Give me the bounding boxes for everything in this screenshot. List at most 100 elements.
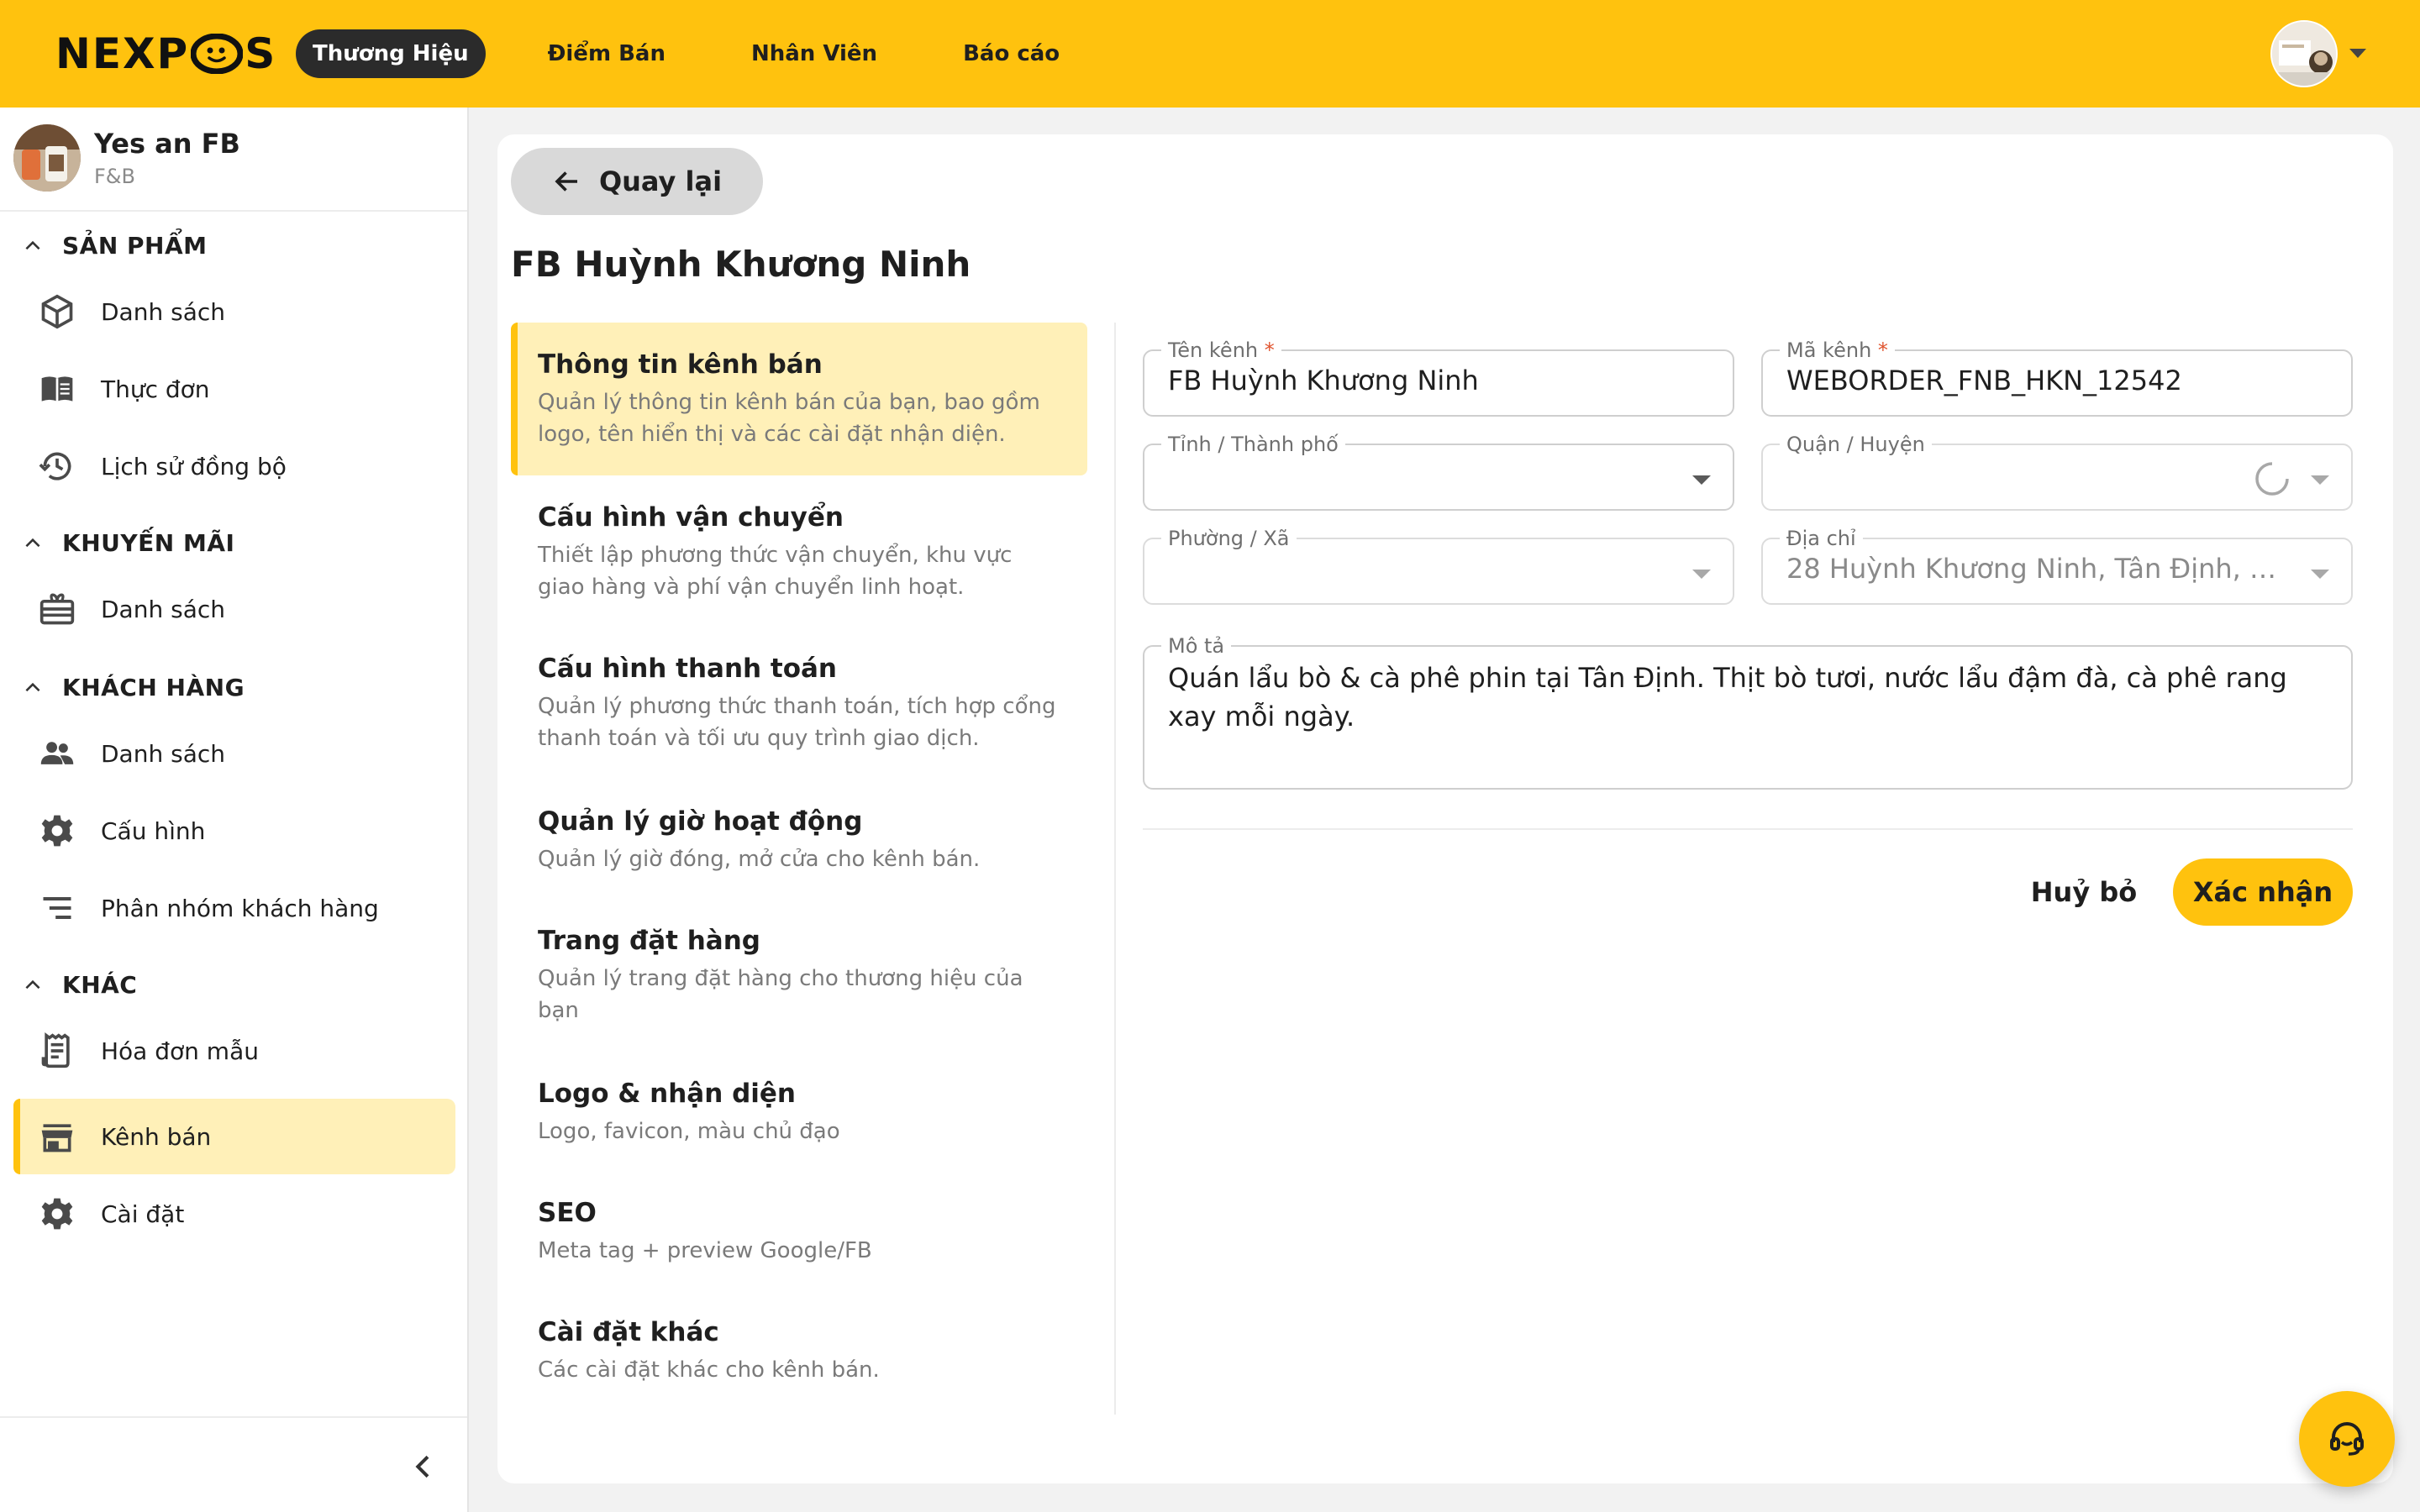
menu-item-title: Trang đặt hàng	[538, 926, 760, 956]
confirm-button[interactable]: Xác nhận	[2173, 858, 2353, 926]
address-value: 28 Huỳnh Khương Ninh, Tân Định, Hồ...	[1786, 553, 2291, 585]
chevron-up-icon	[25, 538, 40, 547]
divider	[1114, 323, 1116, 1415]
caret-down-icon	[2311, 570, 2329, 579]
section-title: KHÁCH HÀNG	[62, 674, 245, 701]
chevron-up-icon	[25, 682, 40, 691]
nav-report[interactable]: Báo cáo	[944, 29, 1078, 78]
description-value: Quán lẩu bò & cà phê phin tại Tân Định. …	[1168, 662, 2287, 732]
field-label: Phường / Xã	[1161, 527, 1297, 550]
menu-item-title: Cài đặt khác	[538, 1317, 719, 1347]
channel-code-value: WEBORDER_FNB_HKN_12542	[1786, 365, 2182, 396]
sidebar-item-label: Cấu hình	[101, 816, 206, 845]
sidebar-item-label: Hóa đơn mẫu	[101, 1037, 259, 1065]
menu-item-title: Cấu hình thanh toán	[538, 654, 838, 684]
sidebar-item-label: Danh sách	[101, 595, 225, 623]
main-nav: Thương Hiệu Điểm Bán Nhân Viên Báo cáo	[296, 29, 1127, 78]
menu-item-logo-branding[interactable]: Logo & nhận diện Logo, favicon, màu chủ …	[511, 1052, 1087, 1171]
menu-item-title: Thông tin kênh bán	[538, 349, 823, 380]
menu-item-opening-hours[interactable]: Quản lý giờ hoạt động Quản lý giờ đóng, …	[511, 780, 1087, 899]
sidebar-item-customer-config[interactable]: Cấu hình	[13, 793, 455, 869]
menu-item-desc: Quản lý giờ đóng, mở cửa cho kênh bán.	[538, 847, 981, 872]
sidebar-item-label: Danh sách	[101, 297, 225, 326]
district-select[interactable]: Quận / Huyện	[1761, 433, 2353, 511]
nav-staff[interactable]: Nhân Viên	[733, 29, 896, 78]
arrow-left-icon	[555, 171, 577, 192]
store-icon	[39, 1118, 76, 1155]
channel-code-field[interactable]: Mã kênh * WEBORDER_FNB_HKN_12542	[1761, 339, 2353, 417]
address-select[interactable]: Địa chỉ 28 Huỳnh Khương Ninh, Tân Định, …	[1761, 527, 2353, 605]
support-chat-button[interactable]	[2299, 1391, 2395, 1487]
gear-icon	[39, 1195, 76, 1232]
sidebar-item-product-list[interactable]: Danh sách	[13, 274, 455, 349]
sort-icon	[39, 890, 76, 927]
sidebar-item-menu[interactable]: Thực đơn	[13, 351, 455, 427]
brand-type: F&B	[94, 165, 135, 188]
nav-brand[interactable]: Thương Hiệu	[296, 29, 486, 78]
sidebar-item-sync-history[interactable]: Lịch sử đồng bộ	[13, 428, 455, 504]
field-label: Tỉnh / Thành phố	[1161, 433, 1345, 456]
field-label: Địa chỉ	[1780, 527, 1863, 550]
sidebar: Yes an FB F&B SẢN PHẨM Danh sách Thực đơ…	[0, 108, 469, 1512]
sidebar-item-receipt-templates[interactable]: Hóa đơn mẫu	[13, 1013, 455, 1089]
city-select[interactable]: Tỉnh / Thành phố	[1143, 433, 1734, 511]
people-icon	[39, 735, 76, 772]
brand-name: Yes an FB	[94, 128, 240, 160]
menu-item-desc: Quản lý thông tin kênh bán của bạn, bao …	[538, 390, 1040, 447]
sidebar-item-label: Cài đặt	[101, 1200, 185, 1228]
gear-icon	[39, 812, 76, 849]
caret-down-icon[interactable]	[2349, 49, 2366, 58]
brand-info[interactable]: Yes an FB F&B	[13, 124, 240, 192]
menu-item-title: Cấu hình vận chuyển	[538, 502, 844, 533]
menu-item-seo[interactable]: SEO Meta tag + preview Google/FB	[511, 1171, 1087, 1290]
menu-item-payment[interactable]: Cấu hình thanh toán Quản lý phương thức …	[511, 627, 1087, 780]
sidebar-item-label: Lịch sử đồng bộ	[101, 452, 287, 480]
menu-item-desc: Quản lý trang đặt hàng cho thương hiệu c…	[538, 966, 1023, 1023]
menu-item-channel-info[interactable]: Thông tin kênh bán Quản lý thông tin kên…	[511, 323, 1087, 475]
nexpos-logo[interactable]: NEXP S	[55, 29, 277, 78]
ward-select[interactable]: Phường / Xã	[1143, 527, 1734, 605]
logo-text-left: NEXP	[55, 29, 190, 78]
channel-name-field[interactable]: Tên kênh * FB Huỳnh Khương Ninh	[1143, 339, 1734, 417]
top-navigation-bar: NEXP S Thương Hiệu Điểm Bán Nhân Viên Bá…	[0, 0, 2420, 108]
menu-item-shipping[interactable]: Cấu hình vận chuyển Thiết lập phương thứ…	[511, 475, 1087, 627]
field-label: Mô tả	[1161, 634, 1232, 658]
back-button[interactable]: Quay lại	[511, 148, 763, 215]
menu-book-icon	[39, 370, 76, 407]
back-button-label: Quay lại	[598, 165, 723, 197]
chevron-up-icon	[25, 240, 40, 249]
menu-item-desc: Quản lý phương thức thanh toán, tích hợp…	[538, 694, 1056, 751]
section-other[interactable]: KHÁC	[22, 971, 137, 999]
section-title: SẢN PHẨM	[62, 232, 208, 260]
sidebar-item-label: Danh sách	[101, 739, 225, 768]
menu-item-other-settings[interactable]: Cài đặt khác Các cài đặt khác cho kênh b…	[511, 1290, 1087, 1410]
cube-icon	[39, 293, 76, 330]
section-products[interactable]: SẢN PHẨM	[22, 232, 208, 260]
section-customers[interactable]: KHÁCH HÀNG	[22, 674, 245, 701]
divider	[0, 1416, 467, 1418]
brand-avatar	[13, 124, 81, 192]
logo-text-right: S	[245, 29, 277, 78]
description-textarea[interactable]: Mô tả Quán lẩu bò & cà phê phin tại Tân …	[1143, 634, 2353, 790]
menu-item-desc: Logo, favicon, màu chủ đạo	[538, 1119, 840, 1144]
sidebar-item-sales-channel[interactable]: Kênh bán	[13, 1099, 455, 1174]
headset-icon	[2330, 1422, 2364, 1456]
user-avatar[interactable]	[2270, 20, 2338, 87]
sidebar-item-settings[interactable]: Cài đặt	[13, 1176, 455, 1252]
cancel-button[interactable]: Huỷ bỏ	[2017, 858, 2151, 926]
divider	[1143, 828, 2353, 830]
menu-item-order-page[interactable]: Trang đặt hàng Quản lý trang đặt hàng ch…	[511, 899, 1087, 1052]
sidebar-item-customer-groups[interactable]: Phân nhóm khách hàng	[13, 870, 455, 946]
chevron-left-icon[interactable]	[407, 1450, 440, 1483]
caret-down-icon	[2311, 475, 2329, 485]
section-promotions[interactable]: KHUYẾN MÃI	[22, 529, 234, 557]
gift-card-icon	[39, 591, 76, 627]
sidebar-item-label: Phân nhóm khách hàng	[101, 894, 379, 922]
field-label: Tên kênh *	[1161, 339, 1281, 362]
sidebar-item-promotion-list[interactable]: Danh sách	[13, 571, 455, 647]
sidebar-item-customer-list[interactable]: Danh sách	[13, 716, 455, 791]
sidebar-item-label: Thực đơn	[101, 375, 210, 403]
history-icon	[39, 448, 76, 485]
divider	[0, 210, 467, 212]
nav-store[interactable]: Điểm Bán	[529, 29, 684, 78]
